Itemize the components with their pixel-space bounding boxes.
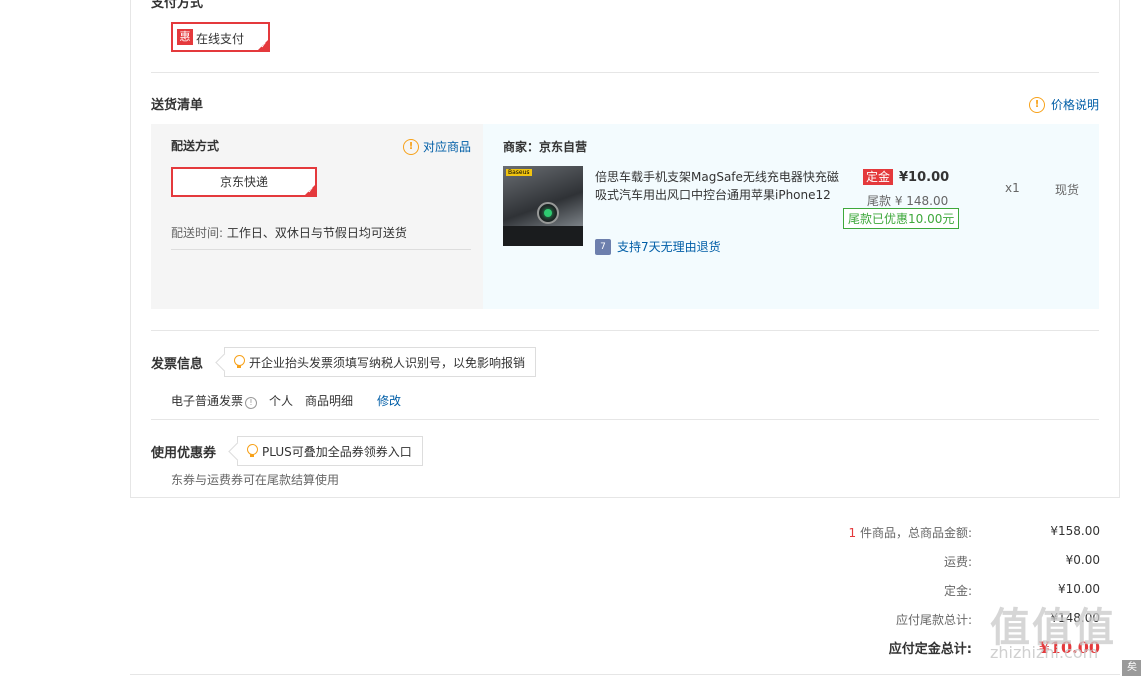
coupon-title: 使用优惠券: [151, 446, 217, 461]
divider: [151, 72, 1099, 73]
delivery-time-value: 工作日、双休日与节假日均可送货: [226, 226, 407, 240]
warning-icon: !: [402, 138, 419, 155]
delivery-time-label: 配送时间:: [171, 226, 224, 240]
deposit-value: ¥10.00: [899, 169, 950, 185]
balance-price: 尾款 ¥ 148.00: [867, 194, 949, 208]
summary-freight-value: ¥0.00: [1065, 553, 1100, 567]
divider: [151, 330, 1099, 331]
price-note-link[interactable]: ! 价格说明: [1028, 96, 1099, 113]
summary-goods-label: 1 件商品，总商品金额:: [849, 524, 973, 541]
summary-balance-value: ¥148.00: [1050, 611, 1100, 625]
checkout-panel: 支付方式 惠 在线支付 ✓ 送货清单 ! 价格说明 配送方式 ! 对应商品 京东…: [130, 0, 1120, 498]
shipping-method-title: 配送方式: [171, 139, 220, 153]
coupon-tip-text: PLUS可叠加全品券领券入口: [262, 444, 412, 459]
payment-option-label: 在线支付: [196, 32, 245, 46]
product-panel: 商家：京东自营 Baseus 倍思车载手机支架MagSafe无线充电器快充磁吸式…: [483, 124, 1099, 309]
deposit-tag: 定金: [863, 169, 894, 185]
summary-total-value: ¥10.00: [1038, 638, 1100, 657]
summary-goods: 1 件商品，总商品金额: ¥158.00: [700, 524, 1101, 544]
warning-icon: !: [1028, 96, 1045, 113]
summary-deposit-label: 定金:: [943, 584, 972, 598]
shipping-method-panel: 配送方式 ! 对应商品 京东快递 ✓ 配送时间: 工作日、双休日与节假日均可送货: [151, 124, 483, 309]
product-name-link[interactable]: 倍思车载手机支架MagSafe无线充电器快充磁吸式汽车用出风口中控台通用苹果iP…: [595, 168, 839, 204]
summary-deposit: 定金: ¥10.00: [700, 582, 1100, 602]
return-policy: 7 支持7天无理由退货: [595, 238, 721, 255]
lightbulb-icon: [246, 444, 258, 458]
coupon-note: 东券与运费券可在尾款结算使用: [171, 473, 340, 487]
summary-balance-label: 应付尾款总计:: [895, 613, 972, 627]
invoice-holder: 个人: [269, 394, 294, 408]
discount-badge-icon: 惠: [177, 29, 193, 45]
summary-balance: 应付尾款总计: ¥148.00: [700, 611, 1100, 631]
brand-logo: Baseus: [506, 169, 532, 176]
checkmark-icon: ✓: [260, 41, 267, 50]
shipping-option-label: 京东快递: [219, 175, 268, 189]
summary-freight: 运费: ¥0.00: [700, 553, 1100, 573]
matching-products-link[interactable]: ! 对应商品: [402, 138, 471, 155]
thumbnail-dashboard: [503, 226, 583, 246]
balance-discount-badge: 尾款已优惠10.00元: [843, 208, 960, 229]
invoice-tip: 开企业抬头发票须填写纳税人识别号，以免影响报销: [224, 347, 537, 377]
delivery-title: 送货清单: [151, 98, 204, 113]
invoice-content: 商品明细: [305, 394, 354, 408]
merchant-name: 商家：京东自营: [503, 140, 588, 154]
summary-deposit-value: ¥10.00: [1058, 582, 1100, 596]
summary-goods-text: 件商品，总商品金额:: [856, 526, 972, 540]
invoice-details: 电子普通发票! 个人 商品明细 修改: [171, 392, 401, 409]
invoice-type-label: 电子普通发票: [171, 394, 244, 408]
stock-status: 现货: [1055, 183, 1080, 197]
payment-option-online[interactable]: 惠 在线支付 ✓: [171, 22, 270, 52]
lightbulb-icon: [233, 355, 245, 369]
item-count: 1: [848, 526, 857, 540]
invoice-type: 电子普通发票!: [171, 392, 258, 409]
thumbnail-led: [544, 209, 552, 217]
watermark-badge: 矣: [1122, 660, 1141, 676]
divider: [130, 674, 1120, 675]
info-icon[interactable]: !: [245, 397, 258, 409]
return-policy-label: 支持7天无理由退货: [617, 240, 721, 254]
payment-title: 支付方式: [151, 0, 204, 11]
deposit-price: 定金 ¥10.00: [863, 169, 949, 185]
summary-total: 应付定金总计: ¥10.00: [700, 638, 1100, 658]
product-quantity: x1: [1005, 181, 1020, 195]
shipping-option-jd-express[interactable]: 京东快递 ✓: [171, 167, 317, 197]
delivery-time: 配送时间: 工作日、双休日与节假日均可送货: [171, 224, 471, 250]
price-note-label: 价格说明: [1050, 98, 1099, 112]
matching-products-label: 对应商品: [422, 140, 471, 154]
checkmark-icon: ✓: [307, 186, 314, 195]
return-policy-icon: 7: [595, 238, 611, 255]
product-thumbnail[interactable]: Baseus: [503, 166, 583, 246]
summary-freight-label: 运费:: [943, 555, 972, 569]
summary-goods-value: ¥158.00: [1050, 524, 1100, 538]
invoice-title: 发票信息: [151, 357, 204, 372]
summary-total-label: 应付定金总计:: [888, 642, 972, 657]
coupon-tip[interactable]: PLUS可叠加全品券领券入口: [237, 436, 423, 466]
divider: [151, 419, 1099, 420]
invoice-edit-link[interactable]: 修改: [377, 392, 401, 409]
invoice-tip-text: 开企业抬头发票须填写纳税人识别号，以免影响报销: [249, 355, 526, 370]
